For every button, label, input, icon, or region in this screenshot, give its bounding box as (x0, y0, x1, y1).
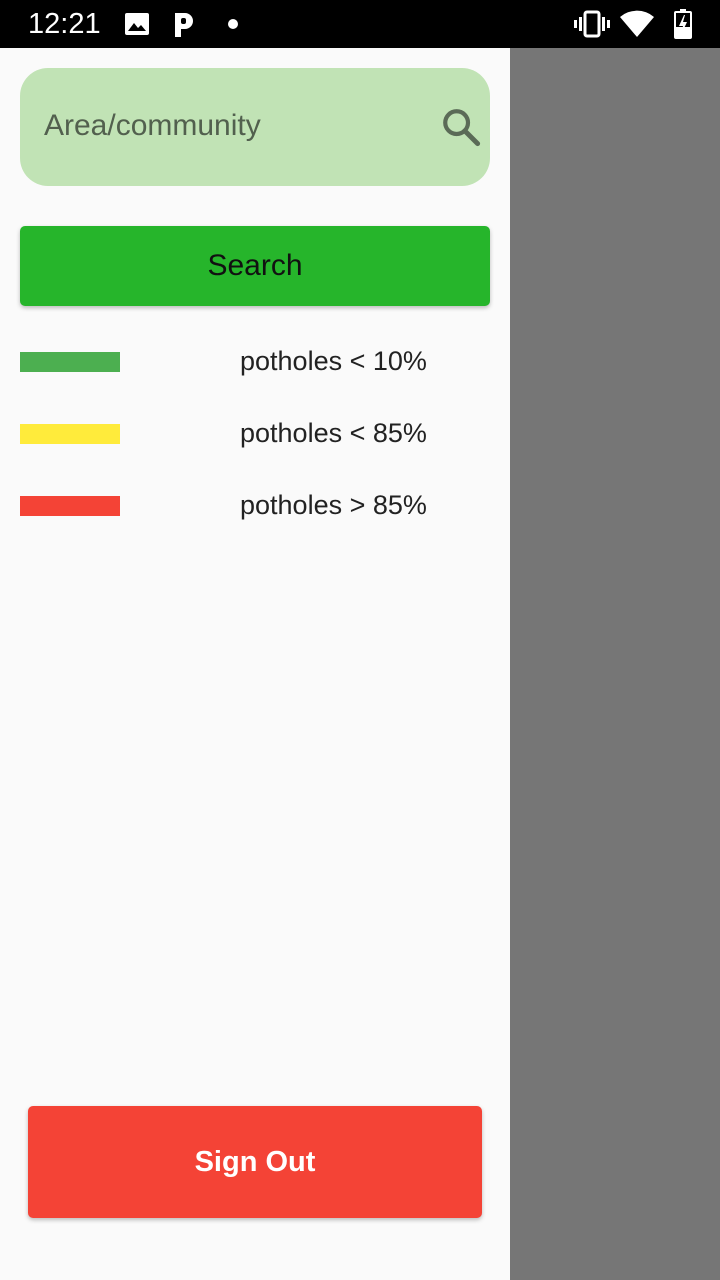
legend-item: potholes < 10% (20, 342, 490, 382)
wifi-icon (620, 10, 654, 37)
area-search-field (20, 68, 490, 186)
p-icon (175, 13, 193, 37)
search-button[interactable]: Search (20, 226, 490, 306)
legend-label: potholes < 85% (240, 418, 427, 448)
battery-charging-icon (674, 9, 692, 39)
vibrate-icon (574, 10, 610, 38)
legend-label: potholes > 85% (240, 490, 427, 520)
image-icon (125, 13, 149, 35)
status-bar: 12:21 (0, 0, 720, 48)
legend-item: potholes < 85% (20, 414, 490, 454)
dot-icon (228, 19, 238, 29)
sign-out-button[interactable]: Sign Out (28, 1106, 482, 1218)
area-search-input[interactable] (44, 96, 414, 156)
status-time: 12:21 (28, 8, 101, 40)
legend-label: potholes < 10% (240, 346, 427, 376)
legend-item: potholes > 85% (20, 486, 490, 526)
navigation-drawer: Search potholes < 10% potholes < 85% pot… (0, 48, 510, 1280)
legend-swatch-red (20, 496, 120, 516)
legend-swatch-green (20, 352, 120, 372)
legend-swatch-yellow (20, 424, 120, 444)
search-icon[interactable] (440, 106, 482, 148)
drawer-scrim[interactable] (510, 48, 720, 1280)
